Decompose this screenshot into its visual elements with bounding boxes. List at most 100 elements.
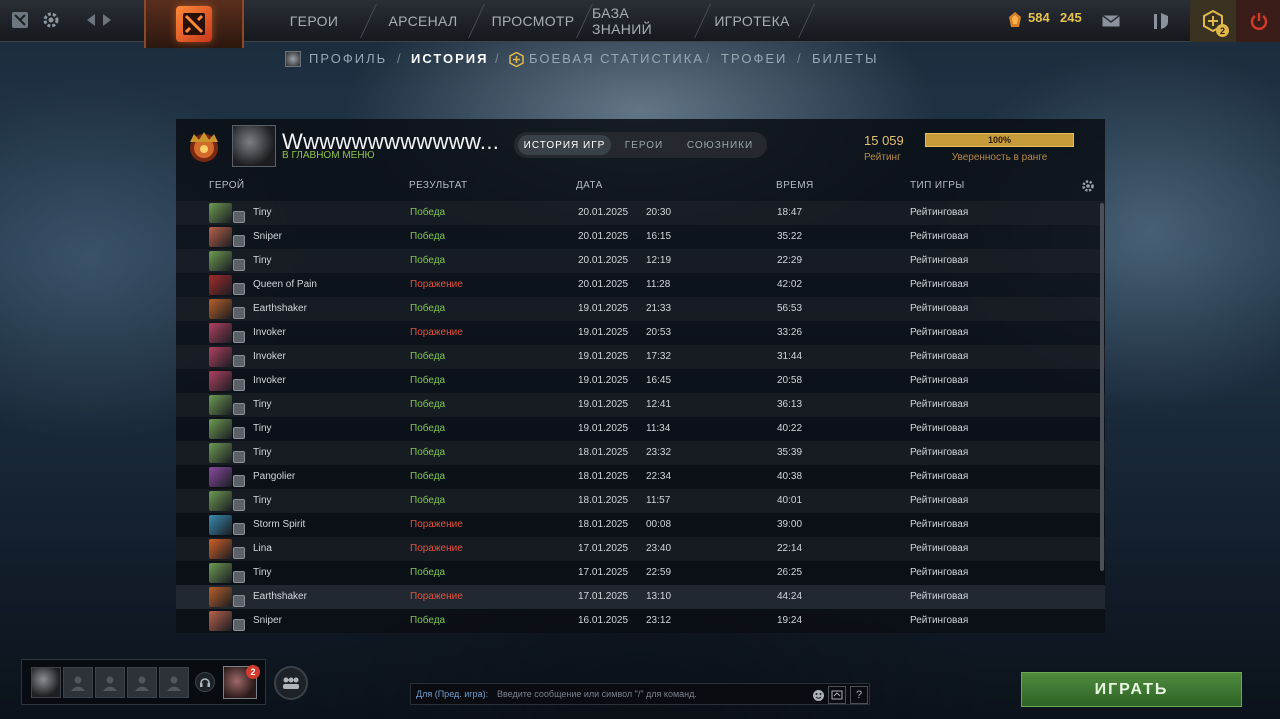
match-duration: 40:01 bbox=[777, 495, 803, 506]
match-start-time: 16:45 bbox=[646, 375, 672, 386]
table-row[interactable]: Tiny Победа 20.01.2025 12:19 22:29 Рейтингова… bbox=[176, 249, 1105, 273]
nav-watch[interactable]: ПРОСМОТР bbox=[490, 0, 576, 42]
game-type: Рейтинговая bbox=[910, 543, 969, 554]
table-row[interactable]: Sniper Победа 16.01.2025 23:12 19:24 Рейтинго… bbox=[176, 609, 1105, 633]
nav-separator bbox=[798, 4, 815, 38]
table-row[interactable]: Tiny Победа 19.01.2025 12:41 36:13 Рейтингова… bbox=[176, 393, 1105, 417]
match-result: Победа bbox=[410, 303, 446, 314]
subnav-tickets[interactable]: БИЛЕТЫ bbox=[812, 51, 879, 66]
role-icon bbox=[233, 259, 245, 271]
chat-wheel-icon[interactable] bbox=[828, 686, 846, 704]
hero-name: Invoker bbox=[253, 327, 286, 338]
table-row[interactable]: Earthshaker Поражение 17.01.2025 13:10 44:24… bbox=[176, 585, 1105, 609]
friends-list-button[interactable] bbox=[274, 666, 308, 700]
chat-input-bar[interactable]: Для (Пред. игра): Введите сообщение или … bbox=[410, 683, 870, 705]
table-row[interactable]: Tiny Победа 17.01.2025 22:59 26:25 Рейтингова… bbox=[176, 561, 1105, 585]
table-row[interactable]: Invoker Победа 19.01.2025 16:45 20:58 Рейтинг… bbox=[176, 369, 1105, 393]
match-date: 19.01.2025 bbox=[578, 375, 629, 386]
match-duration: 40:38 bbox=[777, 471, 803, 482]
match-duration: 42:02 bbox=[777, 279, 803, 290]
column-header-hero[interactable]: ГЕРОЙ bbox=[209, 180, 245, 191]
match-date: 19.01.2025 bbox=[578, 423, 629, 434]
table-row[interactable]: Pangolier Победа 18.01.2025 22:34 40:38 Рейти… bbox=[176, 465, 1105, 489]
match-duration: 44:24 bbox=[777, 591, 803, 602]
tab-allies[interactable]: СОЮЗНИКИ bbox=[677, 135, 763, 155]
chat-channel-label[interactable]: Для (Пред. игра): bbox=[416, 689, 488, 699]
mail-icon[interactable] bbox=[1088, 0, 1134, 42]
shards-count: 584 bbox=[1028, 10, 1050, 25]
table-row[interactable]: Storm Spirit Поражение 18.01.2025 00:08 39:0… bbox=[176, 513, 1105, 537]
armory-icon[interactable] bbox=[1138, 0, 1184, 42]
nav-arcade[interactable]: ИГРОТЕКА bbox=[712, 0, 792, 42]
empty-user-icon bbox=[71, 676, 85, 691]
match-duration: 22:29 bbox=[777, 255, 803, 266]
role-icon bbox=[233, 307, 245, 319]
tab-heroes[interactable]: ГЕРОИ bbox=[616, 135, 672, 155]
dota-plus-icon[interactable] bbox=[9, 9, 31, 31]
match-result: Поражение bbox=[410, 519, 463, 530]
hero-portrait-icon bbox=[209, 467, 232, 487]
hero-name: Tiny bbox=[253, 495, 272, 506]
table-row[interactable]: Tiny Победа 19.01.2025 11:34 40:22 Рейтингова… bbox=[176, 417, 1105, 441]
game-type: Рейтинговая bbox=[910, 327, 969, 338]
subnav-combat-stats[interactable]: БОЕВАЯ СТАТИСТИКА bbox=[529, 51, 704, 66]
table-row[interactable]: Tiny Победа 18.01.2025 23:32 35:39 Рейтингова… bbox=[176, 441, 1105, 465]
power-button[interactable] bbox=[1236, 0, 1280, 42]
match-start-time: 22:34 bbox=[646, 471, 672, 482]
voice-chat-icon[interactable] bbox=[195, 672, 215, 692]
table-row[interactable]: Lina Поражение 17.01.2025 23:40 22:14 Рейтинг… bbox=[176, 537, 1105, 561]
hero-portrait-icon bbox=[209, 587, 232, 607]
column-header-result[interactable]: РЕЗУЛЬТАТ bbox=[409, 180, 468, 191]
subnav-history[interactable]: ИСТОРИЯ bbox=[411, 51, 489, 66]
table-row[interactable]: Queen of Pain Поражение 20.01.2025 11:28 42:… bbox=[176, 273, 1105, 297]
table-row[interactable]: Invoker Поражение 19.01.2025 20:53 33:26 Рейт… bbox=[176, 321, 1105, 345]
player-avatar[interactable] bbox=[232, 125, 276, 167]
play-button[interactable]: ИГРАТЬ bbox=[1021, 672, 1242, 707]
match-list-scrollbar[interactable] bbox=[1100, 203, 1104, 571]
column-header-duration[interactable]: ВРЕМЯ bbox=[776, 180, 814, 191]
tab-match-history[interactable]: ИСТОРИЯ ИГР bbox=[518, 135, 611, 155]
emoji-icon[interactable] bbox=[809, 686, 827, 704]
table-row[interactable]: Invoker Победа 19.01.2025 17:32 31:44 Рейтинг… bbox=[176, 345, 1105, 369]
rating-label: Рейтинг bbox=[864, 152, 901, 163]
match-duration: 33:26 bbox=[777, 327, 803, 338]
nav-knowledge-base[interactable]: БАЗА ЗНАНИЙ bbox=[592, 0, 692, 42]
subnav-profile[interactable]: ПРОФИЛЬ bbox=[309, 51, 387, 66]
role-icon bbox=[233, 523, 245, 535]
nav-arsenal[interactable]: АРСЕНАЛ bbox=[380, 0, 466, 42]
settings-gear-icon[interactable] bbox=[40, 9, 62, 31]
table-row[interactable]: Earthshaker Победа 19.01.2025 21:33 56:53 Рей… bbox=[176, 297, 1105, 321]
table-row[interactable]: Sniper Победа 20.01.2025 16:15 35:22 Рейтинго… bbox=[176, 225, 1105, 249]
table-row[interactable]: Tiny Победа 18.01.2025 11:57 40:01 Рейтингова… bbox=[176, 489, 1105, 513]
party-slot-empty[interactable] bbox=[63, 667, 93, 698]
party-slot-empty[interactable] bbox=[95, 667, 125, 698]
game-type: Рейтинговая bbox=[910, 471, 969, 482]
column-header-date[interactable]: ДАТА bbox=[576, 180, 603, 191]
nav-heroes[interactable]: ГЕРОИ bbox=[270, 0, 358, 42]
chat-input-placeholder[interactable]: Введите сообщение или символ "/" для ком… bbox=[497, 689, 697, 699]
match-date: 18.01.2025 bbox=[578, 519, 629, 530]
party-bar bbox=[21, 659, 266, 705]
match-result: Победа bbox=[410, 255, 446, 266]
party-slot-self[interactable] bbox=[31, 667, 61, 698]
battlepass-button[interactable]: 2 bbox=[1190, 0, 1236, 42]
hero-name: Tiny bbox=[253, 447, 272, 458]
role-icon bbox=[233, 235, 245, 247]
hero-name: Tiny bbox=[253, 567, 272, 578]
party-slot-empty[interactable] bbox=[159, 667, 189, 698]
forward-arrow-icon[interactable] bbox=[96, 9, 118, 31]
subnav-trophies[interactable]: ТРОФЕИ bbox=[721, 51, 787, 66]
hero-portrait-icon bbox=[209, 491, 232, 511]
match-start-time: 16:15 bbox=[646, 231, 672, 242]
game-type: Рейтинговая bbox=[910, 207, 969, 218]
table-settings-gear-icon[interactable] bbox=[1081, 179, 1095, 193]
match-date: 17.01.2025 bbox=[578, 543, 629, 554]
dota-logo-button[interactable] bbox=[144, 0, 244, 48]
help-icon[interactable]: ? bbox=[850, 686, 868, 704]
role-icon bbox=[233, 211, 245, 223]
table-row[interactable]: Tiny Победа 20.01.2025 20:30 18:47 Рейтингова… bbox=[176, 201, 1105, 225]
role-icon bbox=[233, 355, 245, 367]
column-header-game-type[interactable]: ТИП ИГРЫ bbox=[910, 180, 965, 191]
party-slot-empty[interactable] bbox=[127, 667, 157, 698]
match-result: Поражение bbox=[410, 543, 463, 554]
